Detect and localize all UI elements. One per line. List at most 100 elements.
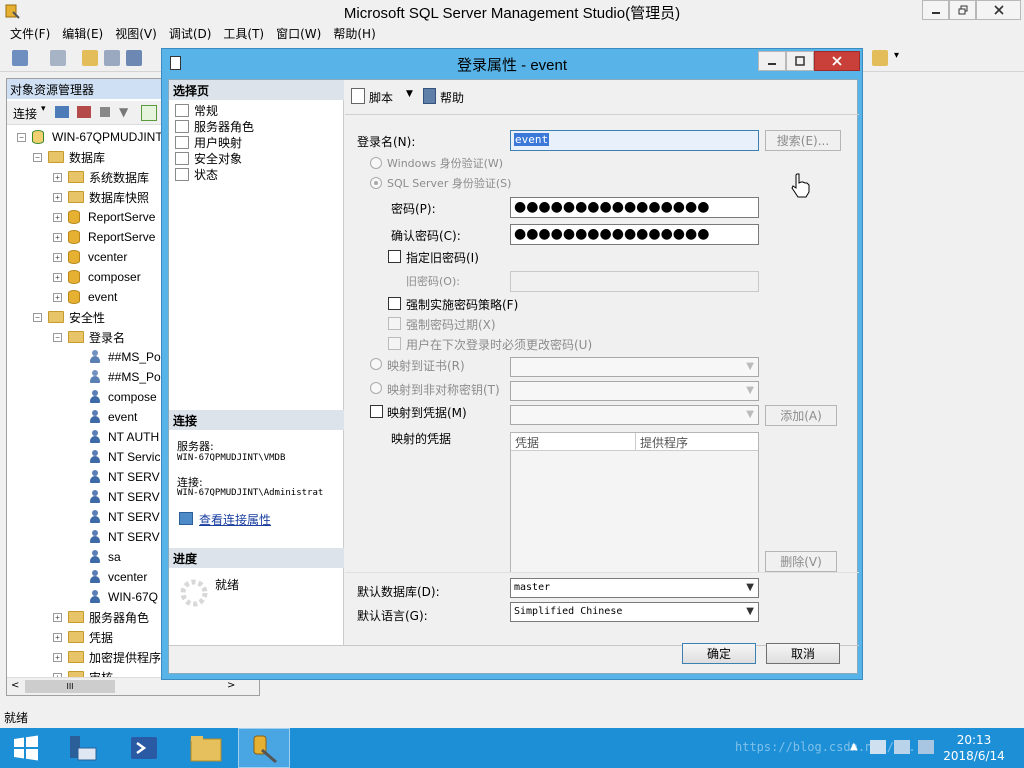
expand-icon[interactable]: +	[53, 252, 62, 262]
open-file-icon[interactable]	[82, 50, 98, 66]
toolbar-overflow-icon[interactable]: ▾	[894, 50, 902, 66]
tree-node[interactable]: − WIN-67QPMUDJINT	[17, 127, 163, 147]
toolbox-icon[interactable]	[872, 50, 888, 66]
tree-node[interactable]: NT AUTH	[73, 427, 159, 447]
disconnect-icon[interactable]	[77, 106, 91, 118]
collapse-icon[interactable]: −	[17, 132, 26, 142]
tree-node[interactable]: compose	[73, 387, 157, 407]
script-dropdown-icon[interactable]: ▼	[406, 89, 413, 99]
filter-icon[interactable]: ▼	[119, 105, 128, 119]
start-windows-icon[interactable]	[0, 728, 52, 768]
dialog-maximize-icon[interactable]	[786, 51, 814, 71]
new-query-icon[interactable]	[12, 50, 28, 66]
asym-key-combo[interactable]: ▼	[510, 381, 759, 401]
search-button[interactable]: 搜索(E)...	[765, 130, 841, 151]
certificate-combo[interactable]: ▼	[510, 357, 759, 377]
view-connection-properties-link[interactable]: 查看连接属性	[199, 511, 271, 528]
page-securables[interactable]: 安全对象	[175, 150, 242, 166]
menu-tools[interactable]: 工具(T)	[217, 23, 270, 43]
mapped-credentials-grid[interactable]: 凭据 提供程序	[510, 432, 759, 573]
tree-node[interactable]: ##MS_Po	[73, 367, 161, 387]
enforce-expiration-checkbox[interactable]	[388, 317, 401, 330]
tree-node[interactable]: − 安全性	[33, 307, 105, 327]
map-certificate-radio[interactable]	[370, 358, 382, 370]
tree-node[interactable]: + 加密提供程序	[53, 647, 161, 667]
map-credential-checkbox[interactable]	[370, 405, 383, 418]
tree-node[interactable]: + event	[53, 287, 117, 307]
must-change-checkbox[interactable]	[388, 337, 401, 350]
minimize-icon[interactable]	[922, 0, 949, 20]
add-button[interactable]: 添加(A)	[765, 405, 837, 426]
file-explorer-icon[interactable]	[180, 728, 232, 768]
tree-node[interactable]: NT SERV	[73, 467, 160, 487]
default-database-combo[interactable]: master ▼	[510, 578, 759, 598]
confirm-password-input[interactable]: ●●●●●●●●●●●●●●●●	[510, 224, 759, 245]
scroll-thumb[interactable]: III	[25, 680, 115, 693]
tree-node[interactable]: NT Servic	[73, 447, 160, 467]
tree-node[interactable]: + ReportServe	[53, 207, 155, 227]
tray-expand-icon[interactable]: ▲	[850, 741, 858, 752]
credential-column-header[interactable]: 凭据	[511, 433, 636, 451]
menu-view[interactable]: 视图(V)	[109, 23, 163, 43]
menu-help[interactable]: 帮助(H)	[327, 23, 381, 43]
tree-node[interactable]: WIN-67Q	[73, 587, 158, 607]
windows-auth-radio[interactable]	[370, 157, 382, 169]
expand-icon[interactable]: +	[53, 192, 62, 202]
scroll-left-icon[interactable]: <	[11, 680, 19, 691]
page-status[interactable]: 状态	[175, 166, 218, 182]
tree-node[interactable]: + ReportServe	[53, 227, 155, 247]
tree-node[interactable]: NT SERV	[73, 487, 160, 507]
server-manager-icon[interactable]	[56, 728, 108, 768]
cancel-button[interactable]: 取消	[766, 643, 840, 664]
tree-node[interactable]: + 服务器角色	[53, 607, 149, 627]
new-object-icon[interactable]	[50, 50, 66, 66]
old-password-input[interactable]	[510, 271, 759, 292]
refresh-icon[interactable]	[141, 105, 157, 121]
tree-node[interactable]: + 凭据	[53, 627, 113, 647]
menu-window[interactable]: 窗口(W)	[270, 23, 327, 43]
connect-dropdown-icon[interactable]: ▾	[41, 104, 46, 114]
tree-node[interactable]: ##MS_Po	[73, 347, 161, 367]
tree-node[interactable]: +审核	[53, 667, 113, 677]
connect-server-icon[interactable]	[55, 106, 69, 118]
expand-icon[interactable]: +	[53, 212, 62, 222]
collapse-icon[interactable]: −	[53, 332, 62, 342]
tree-node[interactable]: + vcenter	[53, 247, 127, 267]
action-center-icon[interactable]	[870, 740, 886, 754]
tree-node[interactable]: + 系统数据库	[53, 167, 149, 187]
tree-node[interactable]: + composer	[53, 267, 141, 287]
powershell-icon[interactable]	[118, 728, 170, 768]
expand-icon[interactable]: +	[53, 232, 62, 242]
menu-debug[interactable]: 调试(D)	[163, 23, 218, 43]
expand-icon[interactable]: +	[53, 632, 62, 642]
stop-icon[interactable]	[100, 107, 110, 117]
collapse-icon[interactable]: −	[33, 312, 42, 322]
tree-node[interactable]: NT SERV	[73, 507, 160, 527]
taskbar-clock[interactable]: 20:13 2018/6/14	[934, 732, 1014, 764]
tree-node[interactable]: − 数据库	[33, 147, 105, 167]
ssms-taskbar-icon[interactable]	[238, 728, 290, 768]
tree-node[interactable]: − 登录名	[53, 327, 125, 347]
sql-auth-radio[interactable]	[370, 177, 382, 189]
script-icon[interactable]	[351, 88, 365, 104]
tree-node[interactable]: NT SERV	[73, 527, 160, 547]
tree-node[interactable]: event	[73, 407, 137, 427]
tree-node[interactable]: vcenter	[73, 567, 147, 587]
volume-icon[interactable]	[918, 740, 934, 754]
help-button[interactable]: 帮助	[440, 89, 464, 106]
dialog-minimize-icon[interactable]	[758, 51, 786, 71]
map-asym-key-radio[interactable]	[370, 382, 382, 394]
page-user-mapping[interactable]: 用户映射	[175, 134, 242, 150]
tree-node[interactable]: sa	[73, 547, 121, 567]
expand-icon[interactable]: +	[53, 612, 62, 622]
dialog-close-icon[interactable]	[814, 51, 860, 71]
menu-edit[interactable]: 编辑(E)	[56, 23, 109, 43]
provider-column-header[interactable]: 提供程序	[636, 433, 758, 451]
credential-combo[interactable]: ▼	[510, 405, 759, 425]
expand-icon[interactable]: +	[53, 272, 62, 282]
restore-icon[interactable]	[949, 0, 976, 20]
close-icon[interactable]	[976, 0, 1021, 20]
save-all-icon[interactable]	[126, 50, 142, 66]
login-name-input[interactable]: event	[510, 130, 759, 151]
expand-icon[interactable]: +	[53, 172, 62, 182]
